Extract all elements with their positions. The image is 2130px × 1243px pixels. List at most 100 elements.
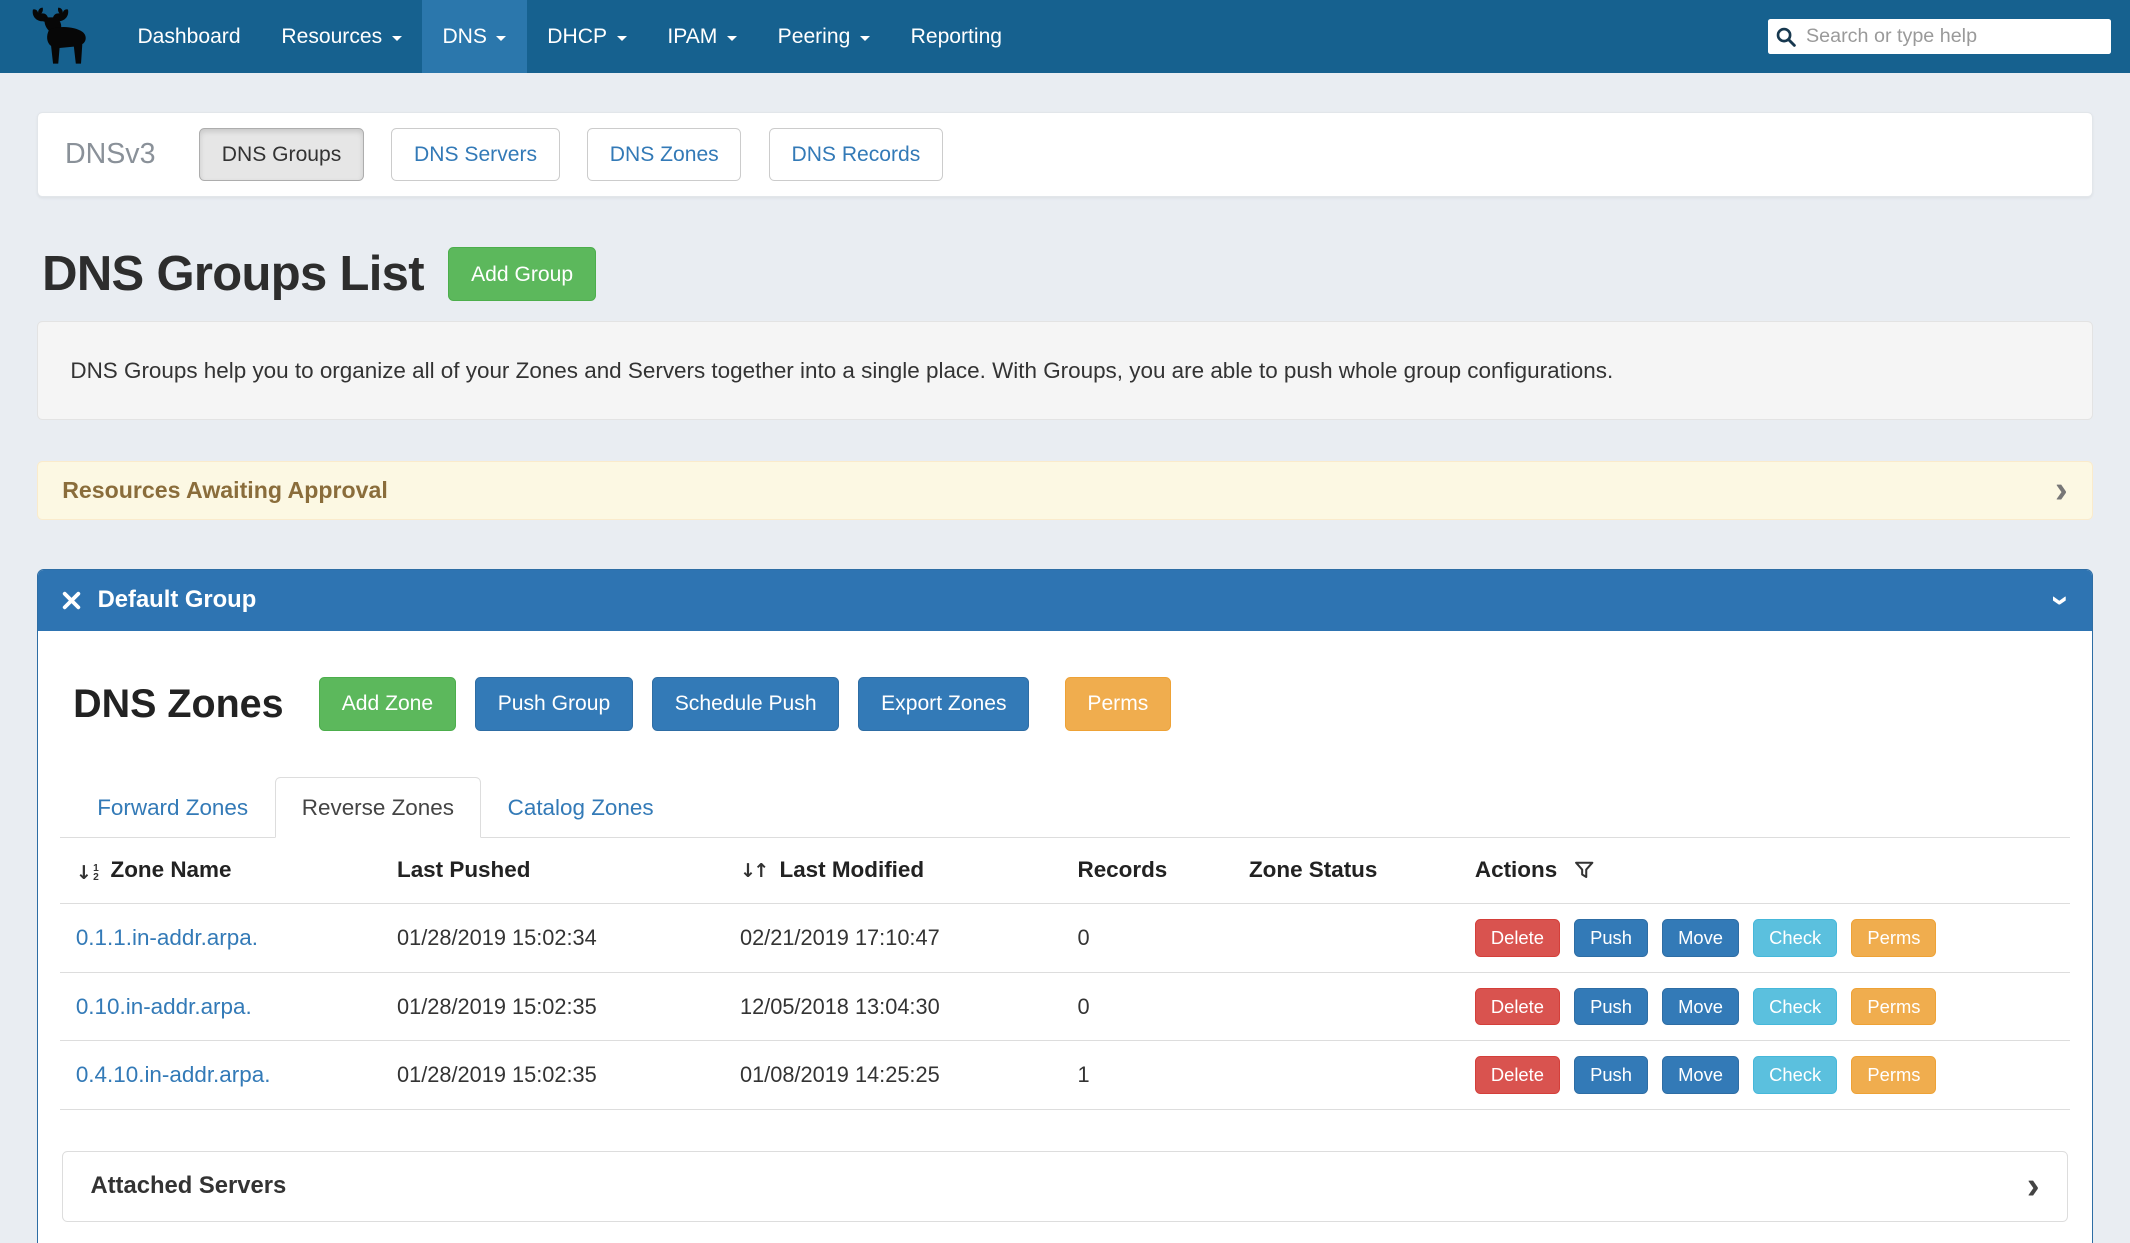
attached-servers-label: Attached Servers [90,1172,286,1200]
zone-link[interactable]: 0.4.10.in-addr.arpa. [76,1062,271,1087]
column-header-actions: Actions [1464,838,2070,904]
push-button[interactable]: Push [1574,1056,1648,1094]
schedule-push-button[interactable]: Schedule Push [652,677,839,731]
column-label: Actions [1475,857,1557,882]
delete-button[interactable]: Delete [1475,988,1560,1026]
actions-cell: Delete Push Move Check Perms [1464,904,2070,973]
moose-logo-icon[interactable] [22,5,90,68]
zone-link[interactable]: 0.10.in-addr.arpa. [76,994,252,1019]
table-row: 0.10.in-addr.arpa. 01/28/2019 15:02:35 1… [60,972,2071,1041]
default-group-body: DNS Zones Add Zone Push Group Schedule P… [38,631,2092,1243]
move-button[interactable]: Move [1662,988,1739,1026]
last-modified-cell: 02/21/2019 17:10:47 [729,904,1067,973]
nav-item-reporting[interactable]: Reporting [890,0,1022,73]
check-button[interactable]: Check [1753,1056,1837,1094]
subnav-dns-records-button[interactable]: DNS Records [769,128,943,182]
filter-icon[interactable] [1574,860,1594,880]
page-header: DNS Groups List Add Group [37,246,2093,302]
subnav-dns-groups-button[interactable]: DNS Groups [199,128,364,182]
last-modified-cell: 01/08/2019 14:25:25 [729,1041,1067,1110]
nav-item-label: Peering [778,25,851,49]
add-zone-button[interactable]: Add Zone [319,677,456,731]
nav-item-dns[interactable]: DNS [422,0,527,73]
zone-link[interactable]: 0.1.1.in-addr.arpa. [76,925,258,950]
nav-item-label: DHCP [547,25,607,49]
last-pushed-cell: 01/28/2019 15:02:35 [386,1041,729,1110]
nav-item-resources[interactable]: Resources [261,0,422,73]
actions-cell: Delete Push Move Check Perms [1464,1041,2070,1110]
nav-item-label: Dashboard [137,25,240,49]
chevron-down-icon[interactable]: › [2049,595,2076,606]
column-label: Zone Name [111,857,232,882]
section-label: DNSv3 [65,138,156,171]
nav-item-label: IPAM [667,25,717,49]
add-group-button[interactable]: Add Group [448,247,595,301]
perms-button[interactable]: Perms [1065,677,1171,731]
delete-button[interactable]: Delete [1475,919,1560,957]
table-header-row: ↓12 Zone Name Last Pushed ↓↑ Last Modifi… [60,838,2071,904]
table-row: 0.1.1.in-addr.arpa. 01/28/2019 15:02:34 … [60,904,2071,973]
caret-down-icon [727,36,737,41]
nav-item-dashboard[interactable]: Dashboard [117,0,261,73]
records-cell: 0 [1067,972,1238,1041]
push-button[interactable]: Push [1574,988,1648,1026]
close-icon[interactable] [62,591,81,610]
caret-down-icon [496,36,506,41]
check-button[interactable]: Check [1753,988,1837,1026]
app-root: Dashboard Resources DNS DHCP IPAM Peerin… [0,0,2130,1243]
move-button[interactable]: Move [1662,1056,1739,1094]
column-header-zone-status[interactable]: Zone Status [1238,838,1464,904]
sort-arrows-icon[interactable]: ↓↑ [740,860,766,882]
tab-forward-zones[interactable]: Forward Zones [70,777,275,838]
nav-item-dhcp[interactable]: DHCP [527,0,647,73]
nav-item-label: Resources [281,25,382,49]
perms-row-button[interactable]: Perms [1851,988,1936,1026]
caret-down-icon [392,36,402,41]
subnav-dns-servers-button[interactable]: DNS Servers [391,128,560,182]
column-label: Records [1077,857,1167,882]
perms-row-button[interactable]: Perms [1851,1056,1936,1094]
approval-banner-label: Resources Awaiting Approval [62,477,388,504]
zone-status-cell [1238,1041,1464,1110]
records-cell: 0 [1067,904,1238,973]
push-group-button[interactable]: Push Group [475,677,633,731]
actions-cell: Delete Push Move Check Perms [1464,972,2070,1041]
push-button[interactable]: Push [1574,919,1648,957]
search-icon[interactable] [1768,19,1803,54]
zone-status-cell [1238,972,1464,1041]
column-header-last-modified[interactable]: ↓↑ Last Modified [729,838,1067,904]
search-input[interactable] [1803,19,2111,54]
perms-row-button[interactable]: Perms [1851,919,1936,957]
approval-banner[interactable]: Resources Awaiting Approval › [37,461,2093,520]
last-modified-cell: 12/05/2018 13:04:30 [729,972,1067,1041]
page-title: DNS Groups List [42,246,424,302]
column-header-zone-name[interactable]: ↓12 Zone Name [60,838,387,904]
sort-numeric-icon[interactable]: ↓12 [76,862,99,884]
tab-catalog-zones[interactable]: Catalog Zones [481,777,681,838]
column-header-records[interactable]: Records [1067,838,1238,904]
chevron-right-icon: › [2027,1173,2040,1200]
nav-item-label: DNS [442,25,487,49]
default-group-panel: Default Group › DNS Zones Add Zone Push … [37,569,2093,1242]
export-zones-button[interactable]: Export Zones [858,677,1029,731]
table-row: 0.4.10.in-addr.arpa. 01/28/2019 15:02:35… [60,1041,2071,1110]
delete-button[interactable]: Delete [1475,1056,1560,1094]
column-label: Last Pushed [397,857,530,882]
subnav-dns-zones-button[interactable]: DNS Zones [587,128,741,182]
last-pushed-cell: 01/28/2019 15:02:35 [386,972,729,1041]
check-button[interactable]: Check [1753,919,1837,957]
last-pushed-cell: 01/28/2019 15:02:34 [386,904,729,973]
move-button[interactable]: Move [1662,919,1739,957]
caret-down-icon [860,36,870,41]
column-label: Last Modified [779,857,924,882]
zones-table: ↓12 Zone Name Last Pushed ↓↑ Last Modifi… [60,838,2071,1110]
column-header-last-pushed[interactable]: Last Pushed [386,838,729,904]
nav-item-ipam[interactable]: IPAM [647,0,757,73]
attached-servers-header[interactable]: Attached Servers › [62,1151,2068,1222]
default-group-header[interactable]: Default Group › [38,570,2092,631]
tab-reverse-zones[interactable]: Reverse Zones [275,777,481,838]
nav-item-peering[interactable]: Peering [757,0,890,73]
groups-description: DNS Groups help you to organize all of y… [37,321,2093,420]
chevron-right-icon: › [2055,477,2068,504]
column-label: Zone Status [1249,857,1377,882]
